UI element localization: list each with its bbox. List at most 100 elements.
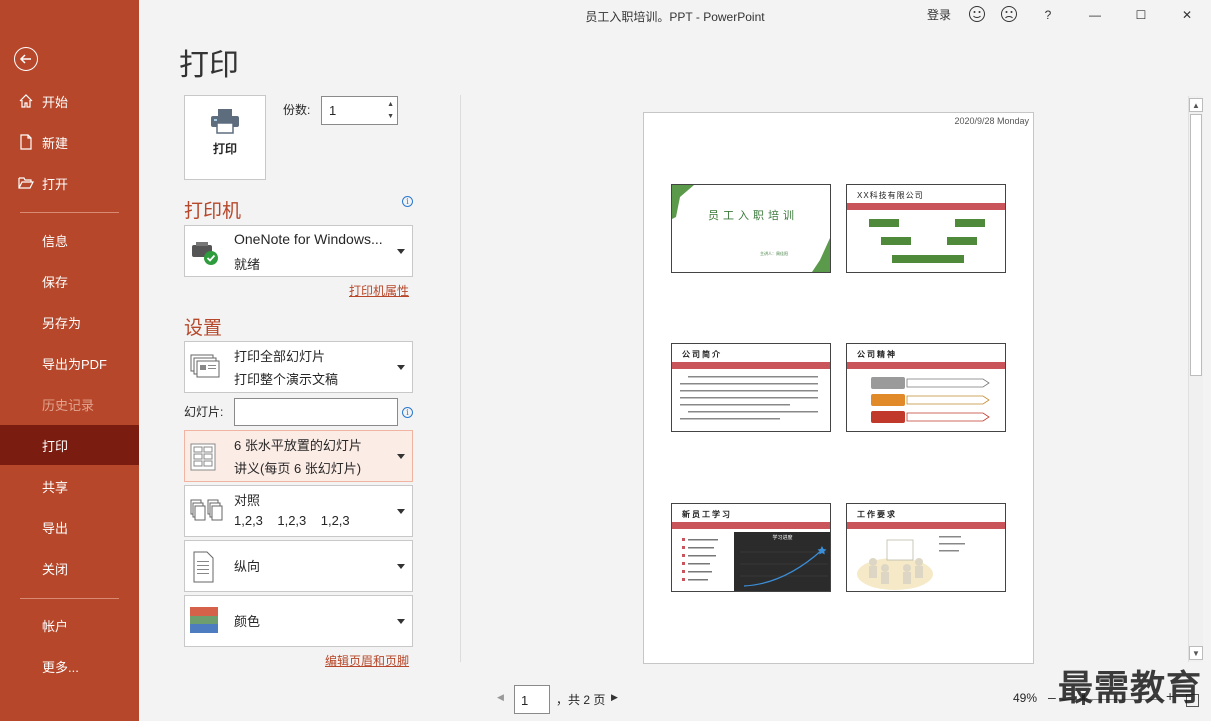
zoom-out-button[interactable]: –: [1048, 689, 1056, 705]
range-sub: 打印整个演示文稿: [234, 372, 339, 387]
printer-dropdown[interactable]: OneNote for Windows... 就绪: [184, 225, 413, 277]
zoom-level[interactable]: 49%: [1013, 691, 1037, 705]
collate-main: 对照: [234, 493, 261, 508]
nav-label: 关闭: [42, 561, 69, 577]
maximize-button[interactable]: ☐: [1129, 5, 1153, 25]
nav-item-export-pdf[interactable]: 导出为PDF: [0, 343, 139, 383]
nav-item-new[interactable]: 新建: [0, 122, 139, 162]
nav-label: 帐户: [42, 618, 69, 634]
nav-item-save-as[interactable]: 另存为: [0, 302, 139, 342]
nav-label: 导出: [42, 520, 69, 536]
nav-item-share[interactable]: 共享: [0, 466, 139, 506]
settings-heading: 设置: [184, 318, 223, 339]
title-band: [672, 362, 830, 369]
color-value: 颜色: [234, 614, 261, 629]
nav-divider: [20, 212, 119, 213]
layout-sub: 讲义(每页 6 张幻灯片): [234, 461, 362, 476]
chart-line: [740, 546, 828, 587]
org-box: [869, 219, 899, 227]
page-number-input[interactable]: 1: [514, 685, 550, 714]
layout-dropdown[interactable]: 6 张水平放置的幻灯片 讲义(每页 6 张幻灯片): [184, 430, 413, 482]
body-text-lines: [680, 376, 818, 420]
meeting-figures-image: [857, 539, 933, 590]
color-dropdown[interactable]: 颜色: [184, 595, 413, 647]
print-range-dropdown[interactable]: 打印全部幻灯片 打印整个演示文稿: [184, 341, 413, 393]
nav-item-home[interactable]: 开始: [0, 81, 139, 121]
spin-arrows-icon[interactable]: ▲ ▼: [387, 99, 394, 123]
edit-header-footer-link[interactable]: 编辑页眉和页脚: [325, 652, 409, 669]
collate-icon: [190, 499, 223, 521]
nav-item-print[interactable]: 打印: [0, 425, 139, 465]
preview-page: 2020/9/28 Monday 员工入职培训 主讲人：周佳阳 XX科技有限公司…: [643, 112, 1034, 664]
chevron-down-icon: [397, 365, 405, 370]
home-icon: [18, 93, 34, 109]
copies-label: 份数:: [283, 103, 311, 117]
printer-heading: 打印机: [184, 201, 242, 222]
nav-item-account[interactable]: 帐户: [0, 605, 139, 645]
slide-thumbnail: 员工入职培训 主讲人：周佳阳: [671, 184, 831, 273]
copies-stepper[interactable]: 1 ▲ ▼: [321, 96, 398, 125]
minimize-button[interactable]: —: [1083, 5, 1107, 25]
title-band: [847, 522, 1005, 529]
color-swatch-icon: [190, 607, 218, 633]
nav-label: 历史记录: [42, 397, 95, 413]
chevron-down-icon: [397, 619, 405, 624]
nav-label: 打开: [42, 176, 69, 192]
slide-thumbnail: XX科技有限公司: [846, 184, 1006, 273]
chevron-down-icon: [397, 564, 405, 569]
nav-label: 导出为PDF: [42, 356, 108, 372]
scroll-up-icon[interactable]: ▲: [1189, 98, 1203, 112]
print-button[interactable]: 打印: [184, 95, 266, 180]
range-main: 打印全部幻灯片: [234, 349, 326, 364]
slide-title: 新员工学习: [682, 510, 732, 519]
collate-sub: 1,2,3 1,2,3 1,2,3: [234, 513, 350, 528]
slide-title: 公司简介: [682, 350, 722, 359]
org-box: [881, 237, 911, 245]
smiley-feedback-icon[interactable]: [966, 5, 988, 25]
body-text-lines: [939, 536, 965, 552]
org-box: [892, 255, 964, 263]
slide-title: 员工入职培训: [708, 210, 798, 222]
nav-label: 保存: [42, 274, 69, 290]
copies-value: 1: [329, 103, 337, 118]
watermark: 最需教育: [1058, 669, 1203, 708]
nav-label: 开始: [42, 94, 69, 110]
slide-thumbnail: 工作要求: [846, 503, 1006, 592]
printer-ready-icon: [192, 242, 218, 265]
printer-name: OneNote for Windows...: [234, 231, 383, 247]
nav-label: 另存为: [42, 315, 82, 331]
info-icon[interactable]: i: [402, 407, 413, 418]
slide-subtitle: 主讲人：周佳阳: [760, 251, 788, 256]
back-arrow-icon[interactable]: [14, 47, 38, 71]
nav-item-export[interactable]: 导出: [0, 507, 139, 547]
login-link[interactable]: 登录: [925, 5, 953, 25]
arrow-list-graphic: [871, 377, 990, 423]
nav-item-save[interactable]: 保存: [0, 261, 139, 301]
vertical-scrollbar[interactable]: ▲ ▼: [1188, 96, 1203, 662]
frown-feedback-icon[interactable]: [998, 5, 1020, 25]
title-band: [847, 203, 1005, 210]
org-box: [955, 219, 985, 227]
chevron-down-icon: [397, 509, 405, 514]
nav-item-info[interactable]: 信息: [0, 220, 139, 260]
slides-input[interactable]: [234, 398, 398, 426]
nav-item-more[interactable]: 更多...: [0, 646, 139, 686]
info-icon[interactable]: i: [402, 196, 413, 207]
slide-thumbnail: 新员工学习 学习进度: [671, 503, 831, 592]
nav-item-close[interactable]: 关闭: [0, 548, 139, 588]
next-page-icon[interactable]: ▶: [611, 692, 618, 703]
scroll-down-icon[interactable]: ▼: [1189, 646, 1203, 660]
printer-properties-link[interactable]: 打印机属性: [349, 282, 409, 299]
chevron-down-icon: [397, 249, 405, 254]
nav-item-open[interactable]: 打开: [0, 163, 139, 203]
printer-status: 就绪: [234, 257, 261, 272]
orientation-dropdown[interactable]: 纵向: [184, 540, 413, 592]
title-band: [847, 362, 1005, 369]
close-window-button[interactable]: ✕: [1175, 5, 1199, 25]
collate-dropdown[interactable]: 对照 1,2,3 1,2,3 1,2,3: [184, 485, 413, 537]
slide-title: 工作要求: [857, 510, 897, 519]
leaf-decoration-icon: [672, 185, 694, 219]
previous-page-icon[interactable]: ◀: [497, 692, 504, 703]
help-button[interactable]: ?: [1040, 5, 1056, 25]
scroll-thumb[interactable]: [1190, 114, 1202, 376]
